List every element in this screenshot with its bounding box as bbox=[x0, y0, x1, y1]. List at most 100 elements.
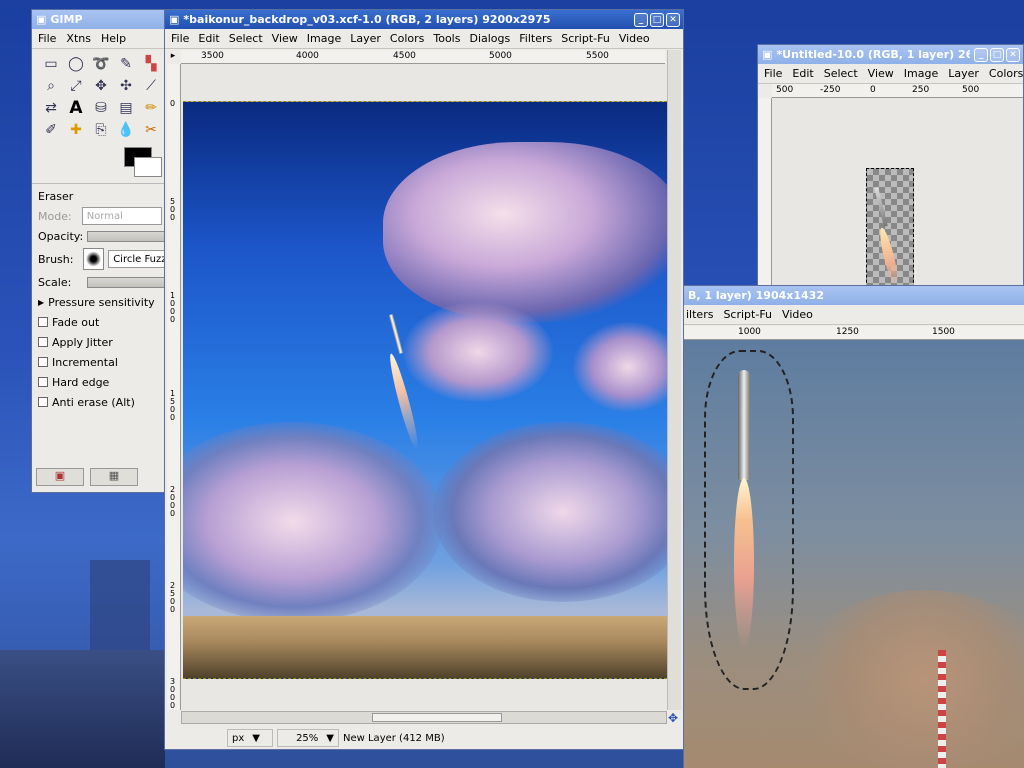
vertical-scrollbar[interactable] bbox=[667, 50, 681, 710]
menu-script-fu[interactable]: Script-Fu bbox=[723, 308, 772, 321]
horizontal-scrollbar[interactable] bbox=[181, 711, 667, 724]
menu-colors[interactable]: Colors bbox=[390, 32, 424, 45]
opacity-slider[interactable] bbox=[87, 230, 165, 242]
ellipse-select-icon[interactable]: ◯ bbox=[65, 53, 87, 75]
color-swatches[interactable] bbox=[122, 145, 165, 179]
menu-filters[interactable]: ilters bbox=[686, 308, 713, 321]
main-canvas-area[interactable] bbox=[181, 64, 667, 710]
background-color[interactable] bbox=[134, 157, 162, 177]
zoom-icon[interactable]: ⌕ bbox=[40, 75, 62, 97]
brush-select[interactable]: Circle Fuzzy bbox=[108, 250, 165, 268]
move-icon[interactable]: ✥ bbox=[90, 75, 112, 97]
checkbox-box[interactable] bbox=[38, 377, 48, 387]
checkbox-anti-erase[interactable]: Anti erase (Alt) bbox=[32, 392, 165, 412]
untitled-menubar: File Edit Select View Image Layer Colors bbox=[758, 64, 1023, 84]
checkbox-box[interactable] bbox=[38, 337, 48, 347]
menu-video[interactable]: Video bbox=[619, 32, 650, 45]
zoom-select[interactable]: 25% ▼ bbox=[277, 729, 339, 747]
pencil-icon[interactable]: ✏ bbox=[140, 97, 162, 119]
tool-options-buttons: ▣ ▦ bbox=[36, 468, 138, 486]
rocket bbox=[388, 314, 404, 354]
measure-icon[interactable]: ⤢ bbox=[65, 75, 87, 97]
ruler-tick: 5500 bbox=[586, 51, 609, 61]
checkbox-box[interactable] bbox=[38, 357, 48, 367]
rect-select-icon[interactable]: ▭ bbox=[40, 53, 62, 75]
menu-file[interactable]: File bbox=[764, 67, 782, 80]
gradient-icon[interactable]: ▤ bbox=[115, 97, 137, 119]
menu-xtns[interactable]: Xtns bbox=[66, 32, 91, 45]
ruler-tick: -250 bbox=[820, 85, 841, 95]
pressure-expander[interactable]: ▶ Pressure sensitivity bbox=[32, 292, 165, 312]
navigate-icon[interactable]: ✥ bbox=[668, 711, 678, 725]
checkbox-label: Apply Jitter bbox=[52, 335, 113, 349]
color-select-icon[interactable]: ▚ bbox=[140, 53, 162, 75]
menu-help[interactable]: Help bbox=[101, 32, 126, 45]
photo-canvas[interactable] bbox=[684, 340, 1024, 768]
brush-preview[interactable] bbox=[83, 248, 105, 270]
menu-tools[interactable]: Tools bbox=[433, 32, 460, 45]
menu-select[interactable]: Select bbox=[824, 67, 858, 80]
menu-video[interactable]: Video bbox=[782, 308, 813, 321]
checkbox-apply-jitter[interactable]: Apply Jitter bbox=[32, 332, 165, 352]
restore-options-icon[interactable]: ▦ bbox=[90, 468, 138, 486]
menu-layer[interactable]: Layer bbox=[350, 32, 381, 45]
menu-view[interactable]: View bbox=[868, 67, 894, 80]
toolbox-menubar: File Xtns Help bbox=[32, 29, 165, 49]
mode-select[interactable]: Normal bbox=[81, 207, 162, 225]
clone-icon[interactable]: ⎘ bbox=[90, 119, 112, 141]
menu-filters[interactable]: Filters bbox=[519, 32, 552, 45]
ruler-tick: 500 bbox=[170, 197, 176, 222]
maximize-icon[interactable]: □ bbox=[990, 47, 1004, 62]
close-icon[interactable]: ✕ bbox=[666, 12, 680, 27]
menu-edit[interactable]: Edit bbox=[198, 32, 219, 45]
cloud-mid bbox=[403, 302, 553, 402]
untitled-canvas[interactable] bbox=[772, 98, 1023, 293]
fuzzy-select-icon[interactable]: ✎ bbox=[115, 53, 137, 75]
checkbox-box[interactable] bbox=[38, 317, 48, 327]
image-canvas[interactable] bbox=[183, 101, 667, 679]
menu-file[interactable]: File bbox=[38, 32, 56, 45]
perspective-icon[interactable]: ⟋ bbox=[140, 75, 162, 97]
smudge-icon[interactable]: 💧 bbox=[115, 119, 137, 141]
menu-dialogs[interactable]: Dialogs bbox=[469, 32, 510, 45]
transparent-layer[interactable] bbox=[866, 168, 914, 293]
maximize-icon[interactable]: □ bbox=[650, 12, 664, 27]
menu-view[interactable]: View bbox=[272, 32, 298, 45]
photo-titlebar[interactable]: B, 1 layer) 1904x1432 bbox=[684, 286, 1024, 305]
text-tool-icon[interactable]: A bbox=[65, 97, 87, 119]
lasso-icon[interactable]: ➰ bbox=[90, 53, 112, 75]
menu-image[interactable]: Image bbox=[307, 32, 341, 45]
close-icon[interactable]: ✕ bbox=[1006, 47, 1020, 62]
menu-image[interactable]: Image bbox=[904, 67, 938, 80]
scale-slider[interactable] bbox=[87, 276, 165, 288]
save-options-icon[interactable]: ▣ bbox=[36, 468, 84, 486]
canvas-menu-icon[interactable]: ▸ bbox=[167, 51, 179, 63]
heal-icon[interactable]: ✚ bbox=[65, 119, 87, 141]
dodge-icon[interactable]: ✂ bbox=[140, 119, 162, 141]
menu-colors[interactable]: Colors bbox=[989, 67, 1023, 80]
rocket-thumbnail bbox=[874, 187, 888, 227]
desert-ground bbox=[183, 616, 667, 678]
bucket-fill-icon[interactable]: ⛁ bbox=[90, 97, 112, 119]
menu-select[interactable]: Select bbox=[229, 32, 263, 45]
transform-icon[interactable]: ✣ bbox=[115, 75, 137, 97]
minimize-icon[interactable]: _ bbox=[634, 12, 648, 27]
paintbrush-icon[interactable]: ✐ bbox=[40, 119, 62, 141]
menu-edit[interactable]: Edit bbox=[792, 67, 813, 80]
untitled-titlebar[interactable]: ▣ *Untitled-10.0 (RGB, 1 layer) 26 _ □ ✕ bbox=[758, 45, 1023, 64]
checkbox-hard-edge[interactable]: Hard edge bbox=[32, 372, 165, 392]
main-titlebar[interactable]: ▣ *baikonur_backdrop_v03.xcf-1.0 (RGB, 2… bbox=[165, 10, 683, 29]
menu-script-fu[interactable]: Script-Fu bbox=[561, 32, 610, 45]
ruler-tick: 1500 bbox=[170, 389, 176, 422]
scroll-thumb[interactable] bbox=[372, 713, 502, 722]
flip-icon[interactable]: ⇄ bbox=[40, 97, 62, 119]
status-message: New Layer (412 MB) bbox=[343, 732, 445, 744]
checkbox-fade-out[interactable]: Fade out bbox=[32, 312, 165, 332]
menu-layer[interactable]: Layer bbox=[948, 67, 979, 80]
toolbox-titlebar[interactable]: ▣ GIMP bbox=[32, 10, 165, 29]
unit-select[interactable]: px ▼ bbox=[227, 729, 273, 747]
checkbox-box[interactable] bbox=[38, 397, 48, 407]
menu-file[interactable]: File bbox=[171, 32, 189, 45]
minimize-icon[interactable]: _ bbox=[974, 47, 988, 62]
checkbox-incremental[interactable]: Incremental bbox=[32, 352, 165, 372]
